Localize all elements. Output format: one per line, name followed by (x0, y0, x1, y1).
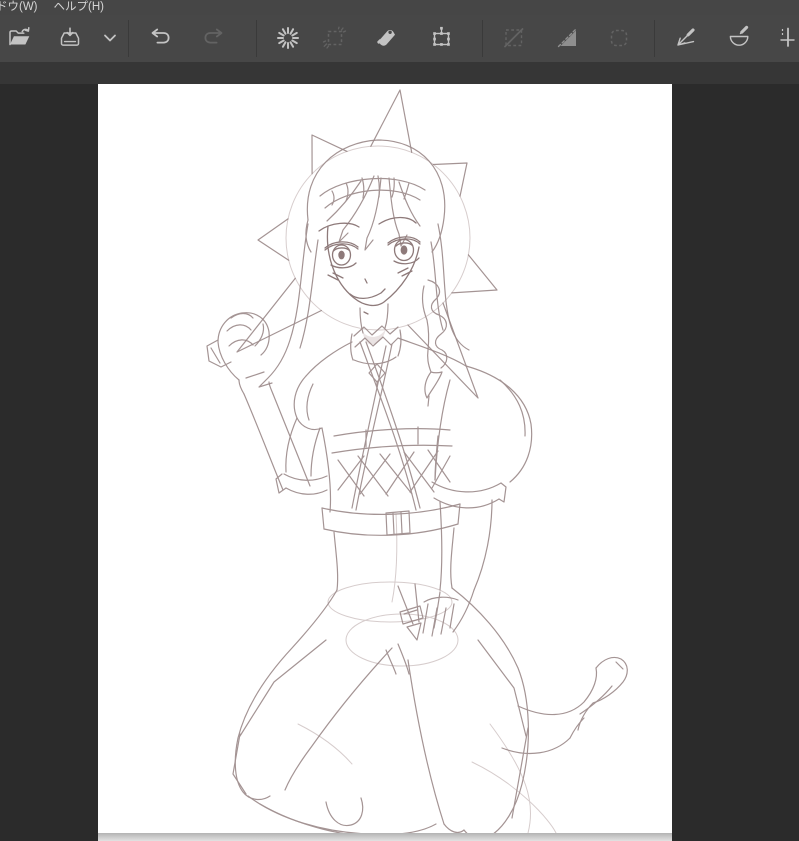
undo-button[interactable] (149, 25, 175, 51)
curve-bowl-pen-icon (726, 25, 752, 51)
toolbar-lower-strip (0, 62, 799, 84)
canvas-workspace (0, 84, 799, 841)
paint-app-window: { "menu_bar": { "items": [ {"label": "ドウ… (0, 0, 799, 841)
save-options-button[interactable] (97, 25, 123, 51)
open-folder-icon (7, 25, 33, 51)
toolbar (0, 15, 799, 62)
snap-cross-button[interactable] (777, 25, 799, 51)
deselect-button[interactable] (275, 25, 301, 51)
save-tray-icon (57, 25, 83, 51)
toolbar-separator (654, 20, 655, 57)
invert-selection-button[interactable] (322, 25, 348, 51)
pencil-sketch-artwork (206, 89, 628, 833)
legs (232, 583, 628, 833)
hair (258, 139, 470, 407)
right-arm (422, 481, 507, 637)
star-halo (236, 89, 498, 399)
snap-off-icon (501, 25, 527, 51)
menu-bar: ドウ(W) ヘルプ(H) (0, 0, 799, 15)
cross-snap-icon (777, 25, 799, 51)
paint-bucket-icon (374, 25, 400, 51)
inverse-selection-icon (322, 25, 348, 51)
vanishing-point-pen-icon (672, 25, 698, 51)
snap-curve-button[interactable] (726, 25, 752, 51)
redo-button[interactable] (199, 25, 225, 51)
open-file-button[interactable] (7, 25, 33, 51)
raised-arm-and-fist (206, 312, 328, 495)
canvas-bottom-edge (98, 833, 672, 841)
menu-item-window[interactable]: ドウ(W) (0, 0, 39, 15)
toolbar-separator (482, 20, 483, 57)
undo-arrow-icon (149, 25, 175, 51)
rounded-marquee-icon (606, 25, 632, 51)
drawing-canvas[interactable] (98, 84, 672, 833)
toolbar-separator (128, 20, 129, 57)
snap-parallel-icon (555, 25, 581, 51)
sunburst-deselect-icon (275, 25, 301, 51)
transform-handles-icon (429, 25, 455, 51)
save-button[interactable] (57, 25, 83, 51)
snap-off-button[interactable] (501, 25, 527, 51)
snap-parallel-button[interactable] (555, 25, 581, 51)
toolbar-separator (256, 20, 257, 57)
torso (293, 303, 533, 591)
transform-button[interactable] (429, 25, 455, 51)
redo-arrow-icon (199, 25, 225, 51)
snap-vanishing-point-button[interactable] (672, 25, 698, 51)
fill-button[interactable] (374, 25, 400, 51)
snap-marquee-button[interactable] (606, 25, 632, 51)
chevron-down-icon (97, 25, 123, 51)
menu-item-help[interactable]: ヘルプ(H) (53, 0, 105, 15)
